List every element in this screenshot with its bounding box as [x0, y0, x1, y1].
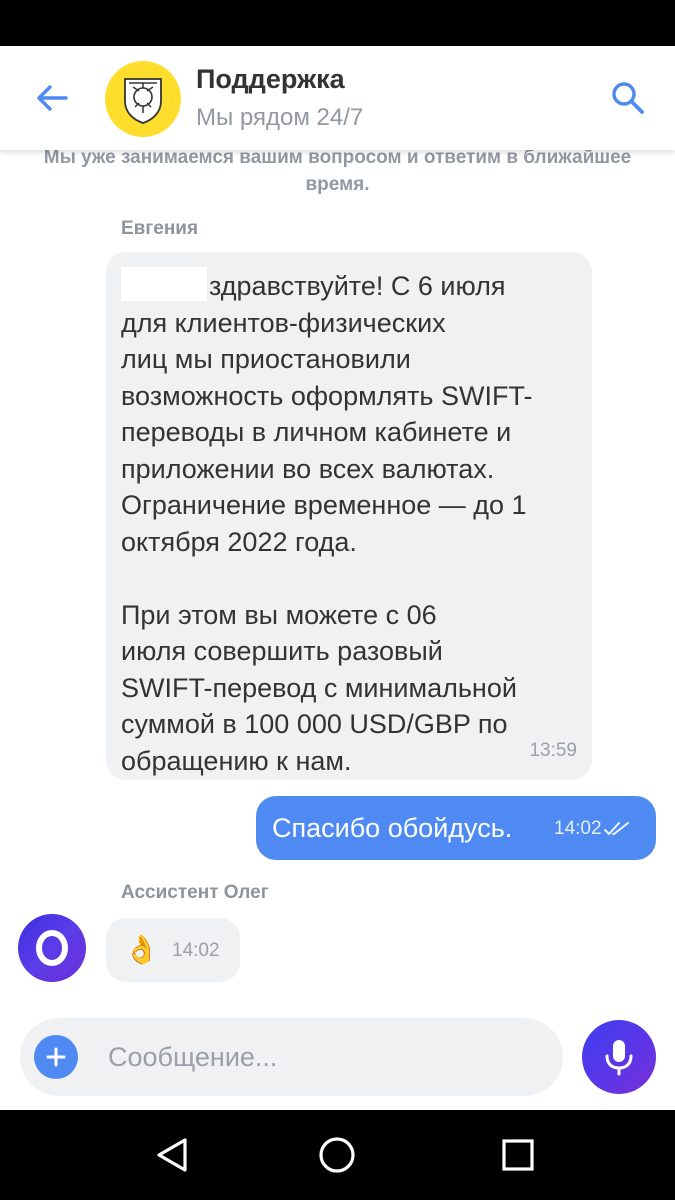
nav-home-icon — [319, 1137, 355, 1173]
assistant-avatar[interactable] — [18, 914, 86, 982]
search-button[interactable] — [600, 70, 656, 126]
support-avatar[interactable] — [105, 61, 181, 137]
incoming-message-bubble[interactable]: 👌 14:02 — [106, 918, 240, 982]
message-time: 14:02 — [172, 940, 220, 961]
nav-back-icon — [157, 1138, 187, 1172]
chat-title: Поддержка — [196, 64, 345, 94]
back-arrow-icon — [37, 85, 68, 111]
voice-message-button[interactable] — [582, 1020, 656, 1094]
message-meta: 14:02 — [554, 818, 630, 840]
attach-button[interactable] — [34, 1035, 78, 1079]
microphone-icon — [605, 1040, 633, 1076]
nav-recents-button[interactable] — [488, 1130, 548, 1180]
system-nav-bar — [0, 1110, 675, 1200]
outgoing-message-bubble[interactable]: Спасибо обойдусь. 14:02 — [256, 796, 656, 860]
message-body: здравствуйте! С 6 июля для клиентов-физи… — [121, 271, 533, 776]
message-input[interactable] — [108, 1032, 538, 1082]
nav-back-button[interactable] — [142, 1130, 202, 1180]
back-button[interactable] — [22, 74, 82, 122]
incoming-message-bubble[interactable]: здравствуйте! С 6 июля для клиентов-физи… — [106, 252, 592, 780]
system-notice: Мы уже занимаемся вашим вопросом и ответ… — [43, 147, 632, 195]
message-sender: Ассистент Олег — [121, 882, 269, 903]
message-text: Спасибо обойдусь. — [272, 813, 513, 843]
status-bar — [0, 0, 675, 46]
message-time: 13:59 — [529, 740, 577, 761]
search-icon — [612, 82, 644, 114]
redacted-name — [121, 267, 207, 301]
double-check-icon — [603, 822, 629, 835]
message-time: 14:02 — [554, 818, 602, 839]
nav-home-button[interactable] — [307, 1130, 367, 1180]
message-composer — [20, 1018, 563, 1096]
ok-hand-emoji: 👌 — [124, 934, 159, 965]
message-text: здравствуйте! С 6 июля для клиентов-физи… — [121, 267, 581, 779]
chat-header: Поддержка Мы рядом 24/7 — [0, 46, 675, 150]
bank-logo-icon — [124, 78, 162, 124]
chat-subtitle: Мы рядом 24/7 — [196, 104, 364, 131]
message-sender: Евгения — [121, 218, 199, 239]
plus-icon — [46, 1047, 66, 1067]
nav-recents-icon — [502, 1139, 534, 1171]
assistant-logo-icon — [36, 930, 68, 966]
